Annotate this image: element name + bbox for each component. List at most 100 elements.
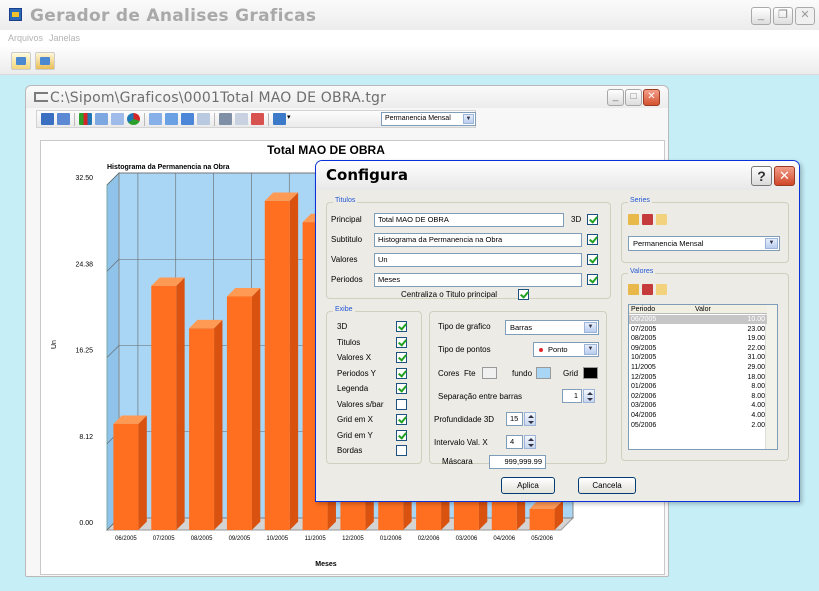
area-chart-icon[interactable] xyxy=(111,113,124,125)
table-row[interactable]: 02/2006 8.00 xyxy=(629,392,767,401)
table-row[interactable]: 10/2005 31.00 xyxy=(629,353,767,362)
save-as-icon[interactable] xyxy=(57,113,70,125)
y-tick-label: 8.12 xyxy=(79,434,93,441)
profundidade-input[interactable]: 15 xyxy=(506,412,523,426)
table-row[interactable]: 12/2005 18.00 xyxy=(629,373,767,382)
save-icon[interactable] xyxy=(41,113,54,125)
settings-icon[interactable] xyxy=(273,113,286,125)
separacao-input[interactable]: 1 xyxy=(562,389,582,403)
row-valor: 10.00 xyxy=(747,316,765,323)
table-row[interactable]: 08/2005 19.00 xyxy=(629,334,767,343)
exibe-checkbox-4[interactable] xyxy=(396,383,407,394)
exibe-checkbox-7[interactable] xyxy=(396,429,407,441)
dialog-close-button[interactable]: ✕ xyxy=(774,166,795,186)
periodos-input[interactable]: Meses xyxy=(374,273,582,287)
profundidade-spinner[interactable] xyxy=(524,412,536,426)
subtitulo-input[interactable]: Histograma da Permanencia na Obra xyxy=(374,233,582,247)
cancela-button[interactable]: Cancela xyxy=(578,477,636,494)
x-tick-label: 09/2005 xyxy=(229,536,251,542)
page-icon[interactable] xyxy=(197,113,210,125)
doc-minimize-button[interactable]: _ xyxy=(607,89,624,106)
table-row[interactable]: 07/2005 23.00 xyxy=(629,325,767,334)
delete-value-icon[interactable] xyxy=(642,284,653,295)
series-select[interactable]: Permanencia Mensal ▼ xyxy=(628,236,780,251)
exibe-checkbox-1[interactable] xyxy=(396,336,407,348)
principal-input[interactable]: Total MAO DE OBRA xyxy=(374,213,564,227)
valores-checkbox[interactable] xyxy=(587,254,598,265)
delete-series-icon[interactable] xyxy=(642,214,653,225)
row-valor: 22.00 xyxy=(747,344,765,352)
titulos-group: Titulos Principal Total MAO DE OBRA 3D S… xyxy=(326,197,611,300)
close-button[interactable]: ✕ xyxy=(795,7,815,25)
periodos-checkbox[interactable] xyxy=(587,274,598,285)
tipo-pontos-label: Tipo de pontos xyxy=(438,345,491,354)
help-button[interactable]: ? xyxy=(751,166,772,186)
subtitulo-checkbox[interactable] xyxy=(587,234,598,245)
aplica-button[interactable]: Aplica xyxy=(501,477,555,494)
table-row[interactable]: 01/2006 8.00 xyxy=(629,382,767,391)
pie-chart-icon[interactable] xyxy=(127,113,140,125)
table-icon[interactable] xyxy=(149,113,162,125)
exibe-label-8: Bordas xyxy=(337,446,363,455)
exibe-checkbox-0[interactable] xyxy=(396,321,407,332)
add-series-icon[interactable] xyxy=(628,214,639,225)
edit-series-icon[interactable] xyxy=(656,214,667,225)
intervalo-spinner[interactable] xyxy=(524,435,536,449)
table-row[interactable]: 11/2005 29.00 xyxy=(629,363,767,372)
print-icon[interactable] xyxy=(219,113,232,125)
doc-close-button[interactable]: ✕ xyxy=(643,89,660,106)
table-row[interactable]: 04/2006 4.00 xyxy=(629,411,767,420)
centraliza-checkbox[interactable] xyxy=(518,289,529,300)
exibe-checkbox-3[interactable] xyxy=(396,367,407,379)
row-periodo: 05/2006 xyxy=(631,421,657,429)
open-file-icon[interactable] xyxy=(11,52,31,70)
export-icon[interactable] xyxy=(35,52,55,70)
line-chart-icon[interactable] xyxy=(95,113,108,125)
tipo-grafico-select[interactable]: Barras ▼ xyxy=(505,320,599,335)
menu-janelas[interactable]: Janelas xyxy=(49,33,80,43)
row-periodo: 01/2006 xyxy=(631,383,657,391)
tipo-pontos-select[interactable]: Ponto ▼ xyxy=(533,342,599,357)
exibe-label-2: Valores X xyxy=(337,353,372,362)
fte-color-swatch[interactable] xyxy=(482,367,497,379)
pen-icon[interactable] xyxy=(251,113,264,125)
grid-icon[interactable] xyxy=(165,113,178,125)
add-value-icon[interactable] xyxy=(628,284,639,295)
row-periodo: 02/2006 xyxy=(631,392,657,400)
point-marker-icon xyxy=(539,348,543,352)
table-row[interactable]: 09/2005 22.00 xyxy=(629,344,767,353)
table-row[interactable]: 05/2006 2.00 xyxy=(629,421,767,430)
dropdown-icon[interactable]: ▾ xyxy=(287,113,293,125)
x-tick-label: 05/2006 xyxy=(531,536,553,542)
mascara-input[interactable]: 999,999.99 xyxy=(489,455,546,469)
doc-restore-button[interactable]: □ xyxy=(625,89,642,106)
list-icon[interactable] xyxy=(181,113,194,125)
three-d-title-checkbox[interactable] xyxy=(587,214,598,225)
exibe-checkbox-5[interactable] xyxy=(396,398,407,410)
app-window: Gerador de Analises Graficas _ ❐ ✕ Arqui… xyxy=(0,0,819,591)
intervalo-input[interactable]: 4 xyxy=(506,435,523,449)
restore-button[interactable]: ❐ xyxy=(773,7,793,25)
valores-input[interactable]: Un xyxy=(374,253,582,267)
copy-icon[interactable] xyxy=(235,113,248,125)
three-d-title-label: 3D xyxy=(571,215,582,224)
table-row[interactable]: 06/2005 10.00 xyxy=(629,315,767,324)
grid-color-swatch[interactable] xyxy=(583,367,598,379)
bar xyxy=(113,423,139,530)
separacao-spinner[interactable] xyxy=(583,389,595,403)
y-tick-label: 32.50 xyxy=(75,175,93,182)
menu-arquivos[interactable]: Arquivos xyxy=(8,33,43,43)
valores-table[interactable]: Periodo Valor 06/2005 10.00 07/2005 23.00 08/2… xyxy=(628,304,778,450)
edit-value-icon[interactable] xyxy=(656,284,667,295)
exibe-checkbox-2[interactable] xyxy=(396,352,407,363)
series-view-select[interactable]: Permanencia Mensal ▼ xyxy=(381,112,476,126)
tipo-grafico-label: Tipo de grafico xyxy=(438,322,491,331)
fundo-color-swatch[interactable] xyxy=(536,367,551,379)
table-row[interactable]: 03/2006 4.00 xyxy=(629,401,767,410)
minimize-button[interactable]: _ xyxy=(751,7,771,25)
bar-chart-icon[interactable] xyxy=(79,113,92,125)
exibe-label-7: Grid em Y xyxy=(337,430,373,440)
exibe-checkbox-8[interactable] xyxy=(396,445,407,456)
row-periodo: 11/2005 xyxy=(631,364,656,371)
exibe-checkbox-6[interactable] xyxy=(396,414,407,425)
